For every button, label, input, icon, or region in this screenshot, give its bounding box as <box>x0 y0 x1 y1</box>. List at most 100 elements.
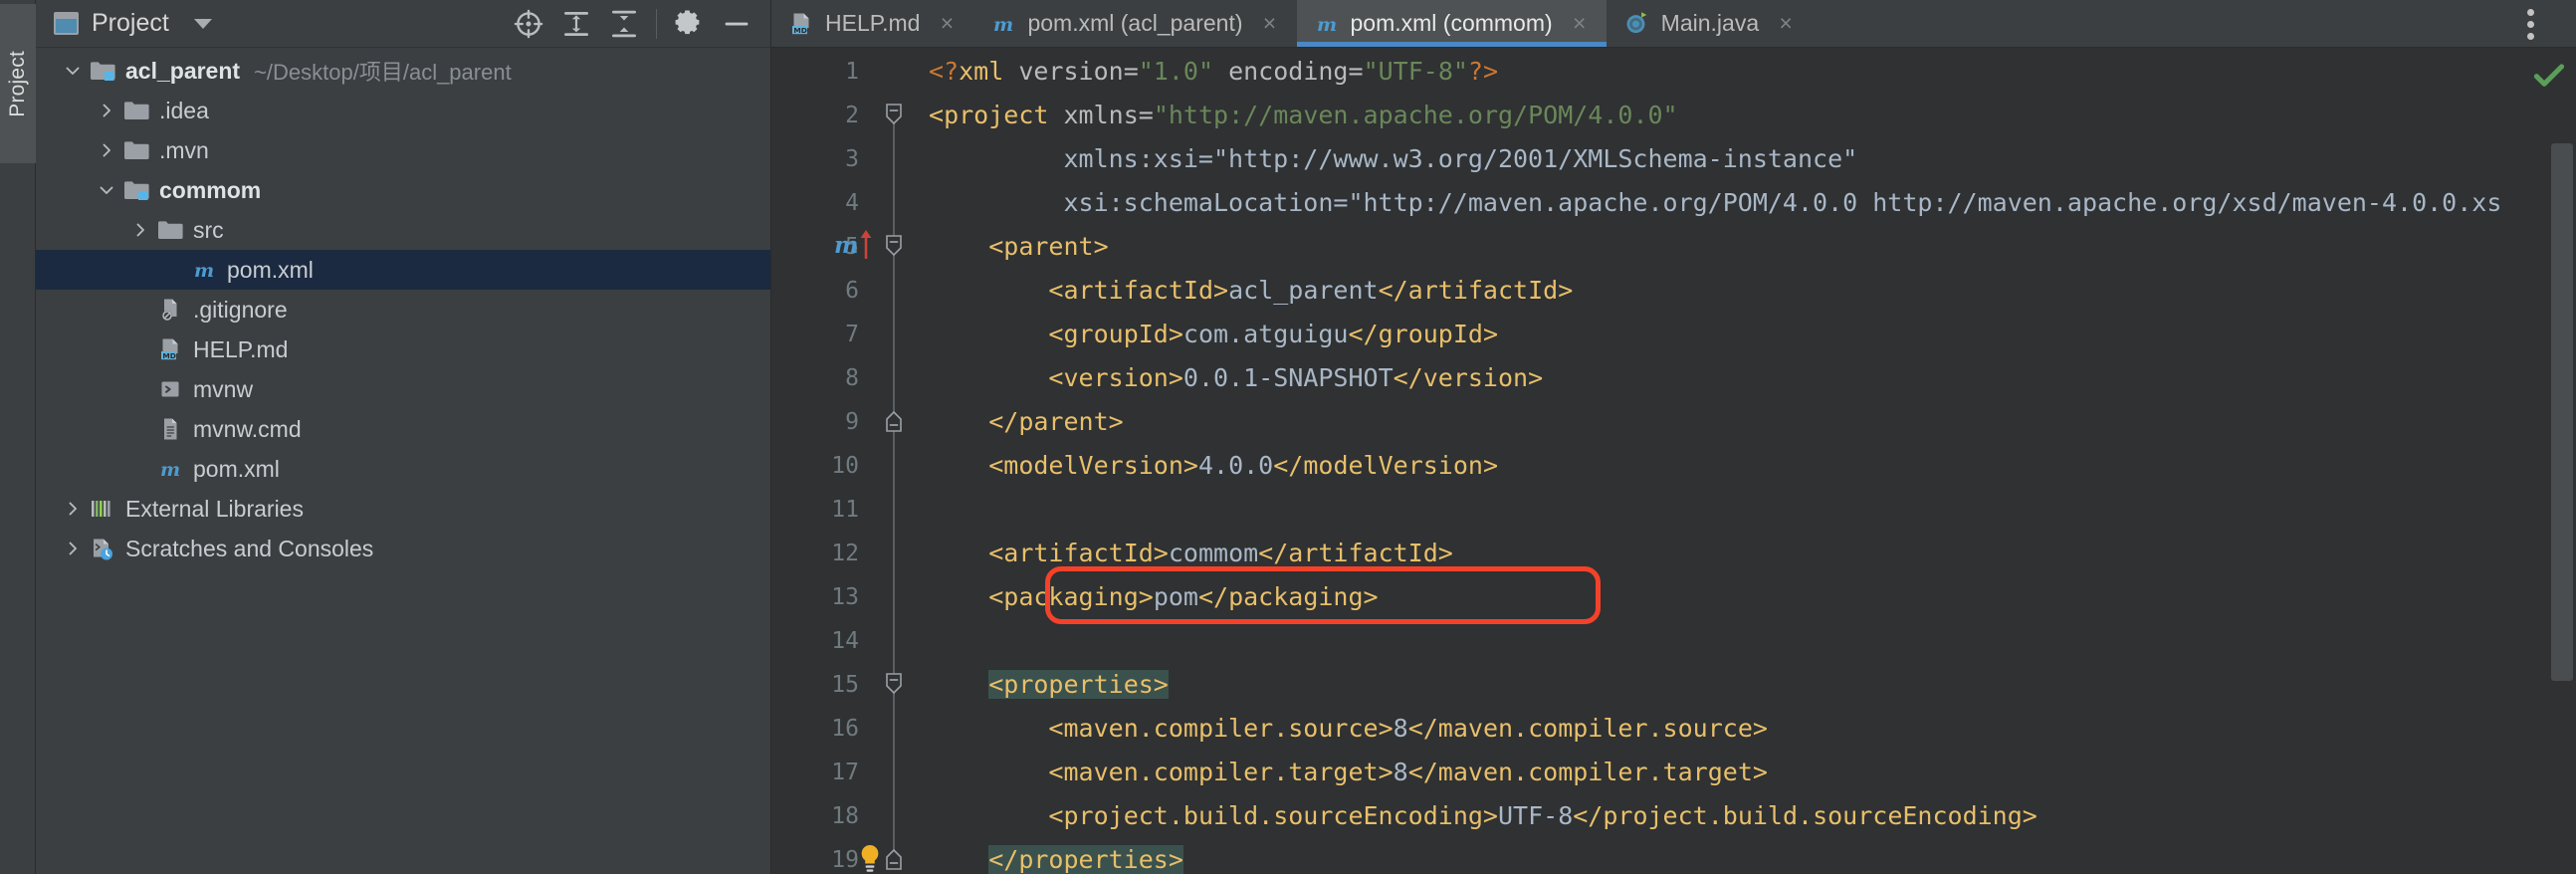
chevron-right-icon[interactable] <box>125 210 155 250</box>
code-line[interactable]: <maven.compiler.source>8</maven.compiler… <box>929 707 1768 751</box>
toolbar-divider <box>656 9 657 39</box>
editor-tab-pom-xml-acl-parent[interactable]: mpom.xml (acl_parent)× <box>973 0 1296 47</box>
line-number: 7 <box>771 313 919 356</box>
code-line[interactable]: <?xml version="1.0" encoding="UTF-8"?> <box>929 50 1498 94</box>
code-line[interactable]: <modelVersion>4.0.0</modelVersion> <box>929 444 1498 488</box>
tool-window-tab-project[interactable]: Project <box>0 4 36 163</box>
tree-item-mvnw[interactable]: mvnw <box>36 369 770 409</box>
chevron-right-icon[interactable] <box>58 529 88 568</box>
fold-start-marker[interactable] <box>882 670 906 698</box>
code-line[interactable]: <packaging>pom</packaging> <box>929 575 1379 619</box>
editor-gutter[interactable]: 12345678910111213141516171819m <box>771 48 919 874</box>
project-tree[interactable]: acl_parent~/Desktop/项目/acl_parent.idea .m… <box>36 48 770 874</box>
chevron-down-icon[interactable] <box>92 170 121 210</box>
tree-item-mvn[interactable]: .mvn <box>36 130 770 170</box>
maven-icon: m <box>155 449 185 489</box>
close-icon[interactable]: × <box>1775 10 1797 37</box>
code-line[interactable]: <version>0.0.1-SNAPSHOT</version> <box>929 356 1543 400</box>
tree-item-acl-parent[interactable]: acl_parent~/Desktop/项目/acl_parent <box>36 51 770 91</box>
tool-window-tab-label: Project <box>6 51 30 117</box>
gear-icon[interactable] <box>665 2 713 46</box>
line-number: 6 <box>771 269 919 313</box>
code-line[interactable]: <project.build.sourceEncoding>UTF-8</pro… <box>929 794 2038 838</box>
tree-item-label: src <box>193 219 224 242</box>
line-number: 13 <box>771 575 919 619</box>
intention-bulb-icon[interactable] <box>857 843 883 874</box>
tree-item-commom[interactable]: commom <box>36 170 770 210</box>
code-line[interactable]: <parent> <box>929 225 1109 269</box>
code-line[interactable]: <properties> <box>929 663 1169 707</box>
code-line[interactable]: xsi:schemaLocation="http://maven.apache.… <box>929 181 2501 225</box>
project-panel-toolbar <box>505 2 760 46</box>
line-number: 8 <box>771 356 919 400</box>
idea-window: Project Project <box>0 0 2576 874</box>
editor-scrollbar-thumb[interactable] <box>2551 143 2573 681</box>
tree-item-help-md[interactable]: MDHELP.md <box>36 329 770 369</box>
tree-item-label: External Libraries <box>125 498 304 521</box>
svg-text:m: m <box>993 14 1013 36</box>
tree-item-label: .mvn <box>159 139 209 162</box>
tree-item-label: mvnw.cmd <box>193 418 302 441</box>
chevron-right-icon[interactable] <box>92 130 121 170</box>
maven-parent-nav-icon[interactable]: m <box>833 228 877 267</box>
left-tool-strip: Project <box>0 0 36 874</box>
chevron-right-icon[interactable] <box>92 91 121 130</box>
code-line[interactable]: <artifactId>acl_parent</artifactId> <box>929 269 1573 313</box>
close-icon[interactable]: × <box>1569 10 1591 37</box>
line-number: 18 <box>771 794 919 838</box>
code-line[interactable]: <maven.compiler.target>8</maven.compiler… <box>929 751 1768 794</box>
tree-item-mvnw-cmd[interactable]: mvnw.cmd <box>36 409 770 449</box>
maven-icon: m <box>189 250 219 290</box>
collapse-all-icon[interactable] <box>600 2 648 46</box>
tree-item-external-libraries[interactable]: External Libraries <box>36 489 770 529</box>
code-text-area[interactable]: <?xml version="1.0" encoding="UTF-8"?><p… <box>919 48 2576 874</box>
tree-item-idea[interactable]: .idea <box>36 91 770 130</box>
code-line[interactable]: <project xmlns="http://maven.apache.org/… <box>929 94 1678 137</box>
fold-start-marker[interactable] <box>882 232 906 260</box>
minimize-icon[interactable] <box>713 2 760 46</box>
editor-tab-help-md[interactable]: MDHELP.md× <box>771 0 973 47</box>
tree-item-pom-xml[interactable]: mpom.xml <box>36 250 770 290</box>
editor-tab-main-java[interactable]: Main.java× <box>1607 0 1813 47</box>
code-line[interactable]: xmlns:xsi="http://www.w3.org/2001/XMLSch… <box>929 137 1857 181</box>
fold-start-marker[interactable] <box>882 101 906 128</box>
tree-item-pom-xml[interactable]: m pom.xml <box>36 449 770 489</box>
project-tool-window: Project <box>36 0 771 874</box>
markdown-icon: MD <box>789 12 813 36</box>
maven-icon: m <box>1315 12 1339 36</box>
markdown-icon: MD <box>155 329 185 369</box>
inspection-ok-check-icon[interactable] <box>2532 62 2566 95</box>
project-view-selector[interactable]: Project <box>54 9 212 38</box>
code-line[interactable]: </parent> <box>929 400 1124 444</box>
expand-all-icon[interactable] <box>552 2 600 46</box>
chevron-down-icon[interactable] <box>194 19 212 29</box>
tree-item-gitignore[interactable]: .gitignore <box>36 290 770 329</box>
libraries-icon <box>88 489 117 529</box>
code-line[interactable]: </properties> <box>929 838 1183 874</box>
fold-end-marker[interactable] <box>882 845 906 873</box>
tree-item-src[interactable]: src <box>36 210 770 250</box>
close-icon[interactable]: × <box>936 10 958 37</box>
gitignore-icon <box>155 290 185 329</box>
close-icon[interactable]: × <box>1259 10 1281 37</box>
tree-item-label: pom.xml <box>193 458 280 481</box>
code-line[interactable]: <groupId>com.atguigu</groupId> <box>929 313 1498 356</box>
code-line[interactable]: <artifactId>commom</artifactId> <box>929 532 1453 575</box>
code-editor[interactable]: 12345678910111213141516171819m <?xml ver… <box>771 48 2576 874</box>
locate-icon[interactable] <box>505 2 552 46</box>
editor-tab-pom-xml-commom[interactable]: mpom.xml (commom)× <box>1297 0 1607 47</box>
tree-item-path: ~/Desktop/项目/acl_parent <box>254 55 512 87</box>
line-number: 4 <box>771 181 919 225</box>
line-number: 12 <box>771 532 919 575</box>
svg-text:m: m <box>834 232 858 259</box>
chevron-down-icon[interactable] <box>58 51 88 91</box>
folder-icon <box>121 91 151 130</box>
cmd-file-icon <box>155 409 185 449</box>
project-panel-header: Project <box>36 0 770 48</box>
fold-end-marker[interactable] <box>882 407 906 435</box>
scratches-icon <box>88 529 117 568</box>
chevron-right-icon[interactable] <box>58 489 88 529</box>
tree-item-scratches-and-consoles[interactable]: Scratches and Consoles <box>36 529 770 568</box>
editor-right-rail[interactable] <box>2534 48 2576 874</box>
more-options-icon[interactable] <box>2510 0 2550 48</box>
